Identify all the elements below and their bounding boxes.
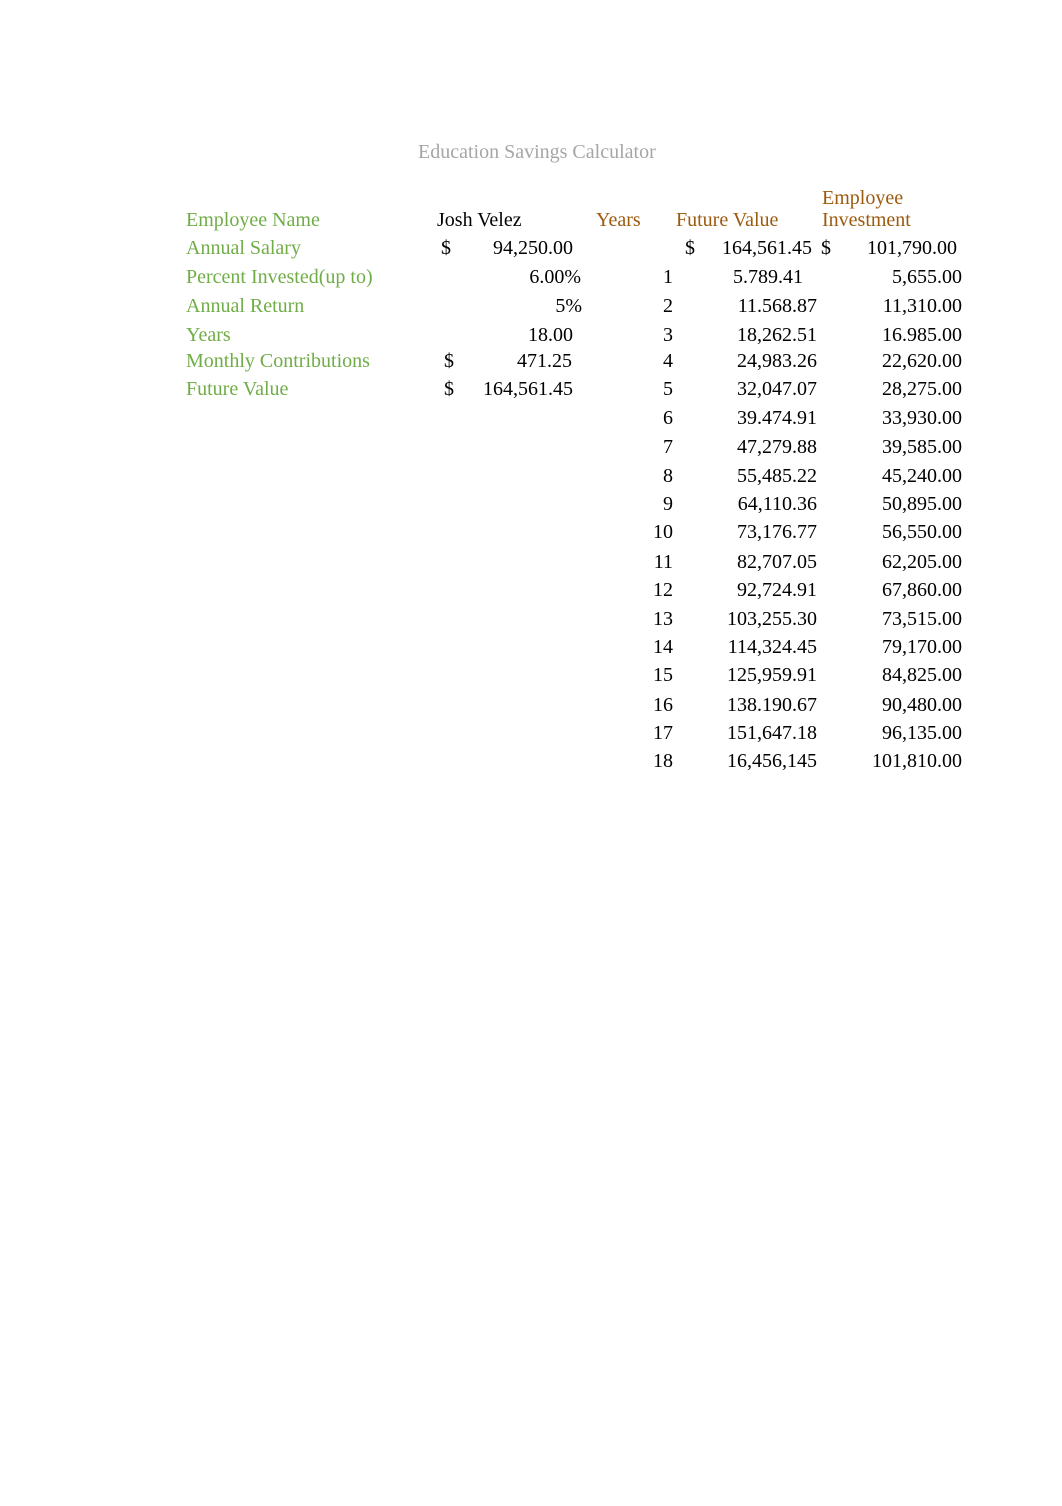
row-year: 12 [653, 579, 673, 601]
label-annual-salary: Annual Salary [186, 237, 301, 259]
row-future-value: 114,324.45 [727, 636, 817, 658]
row-future-value: 64,110.36 [737, 493, 817, 515]
row-employee-investment: 101,810.00 [872, 750, 962, 772]
row-future-value: 32,047.07 [737, 378, 817, 400]
row-employee-investment: 67,860.00 [882, 579, 962, 601]
label-future-value: Future Value [186, 378, 289, 400]
row-future-value: 125,959.91 [727, 664, 817, 686]
row-employee-investment: 79,170.00 [882, 636, 962, 658]
currency-monthly-contributions: $ [444, 350, 454, 372]
row-year: 18 [653, 750, 673, 772]
row-year: 15 [653, 664, 673, 686]
page-title: Education Savings Calculator [418, 141, 656, 163]
row-year: 6 [663, 407, 673, 429]
header-years: Years [596, 209, 641, 231]
row-year: 2 [663, 295, 673, 317]
value-future-value: 164,561.45 [483, 378, 573, 400]
row-employee-investment: 5,655.00 [892, 266, 962, 288]
row-year: 3 [663, 324, 673, 346]
currency-future-value: $ [444, 378, 454, 400]
row-employee-investment: 11,310.00 [882, 295, 962, 317]
row-year: 7 [663, 436, 673, 458]
row-future-value: 82,707.05 [737, 551, 817, 573]
row-future-value: 103,255.30 [727, 608, 817, 630]
value-percent-invested: 6.00% [529, 266, 581, 288]
header-employee-investment-1: Employee [822, 187, 904, 209]
row-employee-investment: 50,895.00 [882, 493, 962, 515]
total-future-value-currency: $ [685, 237, 695, 259]
row-future-value: 39.474.91 [737, 407, 817, 429]
label-percent-invested: Percent Invested(up to) [186, 266, 373, 288]
total-employee-investment: 101,790.00 [867, 237, 957, 259]
row-employee-investment: 45,240.00 [882, 465, 962, 487]
row-employee-investment: 56,550.00 [882, 521, 962, 543]
row-year: 17 [653, 722, 673, 744]
row-employee-investment: 33,930.00 [882, 407, 962, 429]
row-employee-investment: 73,515.00 [882, 608, 962, 630]
row-future-value: 24,983.26 [737, 350, 817, 372]
total-employee-investment-currency: $ [821, 237, 831, 259]
header-employee-investment-2: Investment [822, 209, 911, 231]
row-future-value: 55,485.22 [737, 465, 817, 487]
value-monthly-contributions: 471.25 [517, 350, 572, 372]
row-year: 14 [653, 636, 673, 658]
row-year: 9 [663, 493, 673, 515]
label-monthly-contributions: Monthly Contributions [186, 350, 370, 372]
row-year: 4 [663, 350, 673, 372]
row-year: 16 [653, 694, 673, 716]
row-future-value: 151,647.18 [727, 722, 817, 744]
row-employee-investment: 16.985.00 [882, 324, 962, 346]
total-future-value: 164,561.45 [722, 237, 812, 259]
row-year: 11 [653, 551, 673, 573]
row-future-value: 18,262.51 [737, 324, 817, 346]
currency-annual-salary: $ [441, 237, 451, 259]
row-employee-investment: 90,480.00 [882, 694, 962, 716]
row-employee-investment: 39,585.00 [882, 436, 962, 458]
row-year: 10 [653, 521, 673, 543]
row-future-value: 47,279.88 [737, 436, 817, 458]
row-future-value: 11.568.87 [737, 295, 817, 317]
label-employee-name: Employee Name [186, 209, 320, 231]
header-future-value: Future Value [676, 209, 779, 231]
row-future-value: 92,724.91 [737, 579, 817, 601]
row-year: 1 [663, 266, 673, 288]
row-employee-investment: 28,275.00 [882, 378, 962, 400]
label-annual-return: Annual Return [186, 295, 305, 317]
row-future-value: 138.190.67 [727, 694, 817, 716]
row-employee-investment: 62,205.00 [882, 551, 962, 573]
row-year: 5 [663, 378, 673, 400]
row-future-value: 5.789.41 [733, 266, 803, 288]
row-year: 8 [663, 465, 673, 487]
value-years: 18.00 [528, 324, 573, 346]
row-year: 13 [653, 608, 673, 630]
row-future-value: 73,176.77 [737, 521, 817, 543]
row-employee-investment: 84,825.00 [882, 664, 962, 686]
label-years: Years [186, 324, 231, 346]
row-employee-investment: 96,135.00 [882, 722, 962, 744]
row-employee-investment: 22,620.00 [882, 350, 962, 372]
value-employee-name: Josh Velez [437, 209, 522, 231]
row-future-value: 16,456,145 [727, 750, 817, 772]
value-annual-return: 5% [555, 295, 582, 317]
value-annual-salary: 94,250.00 [493, 237, 573, 259]
